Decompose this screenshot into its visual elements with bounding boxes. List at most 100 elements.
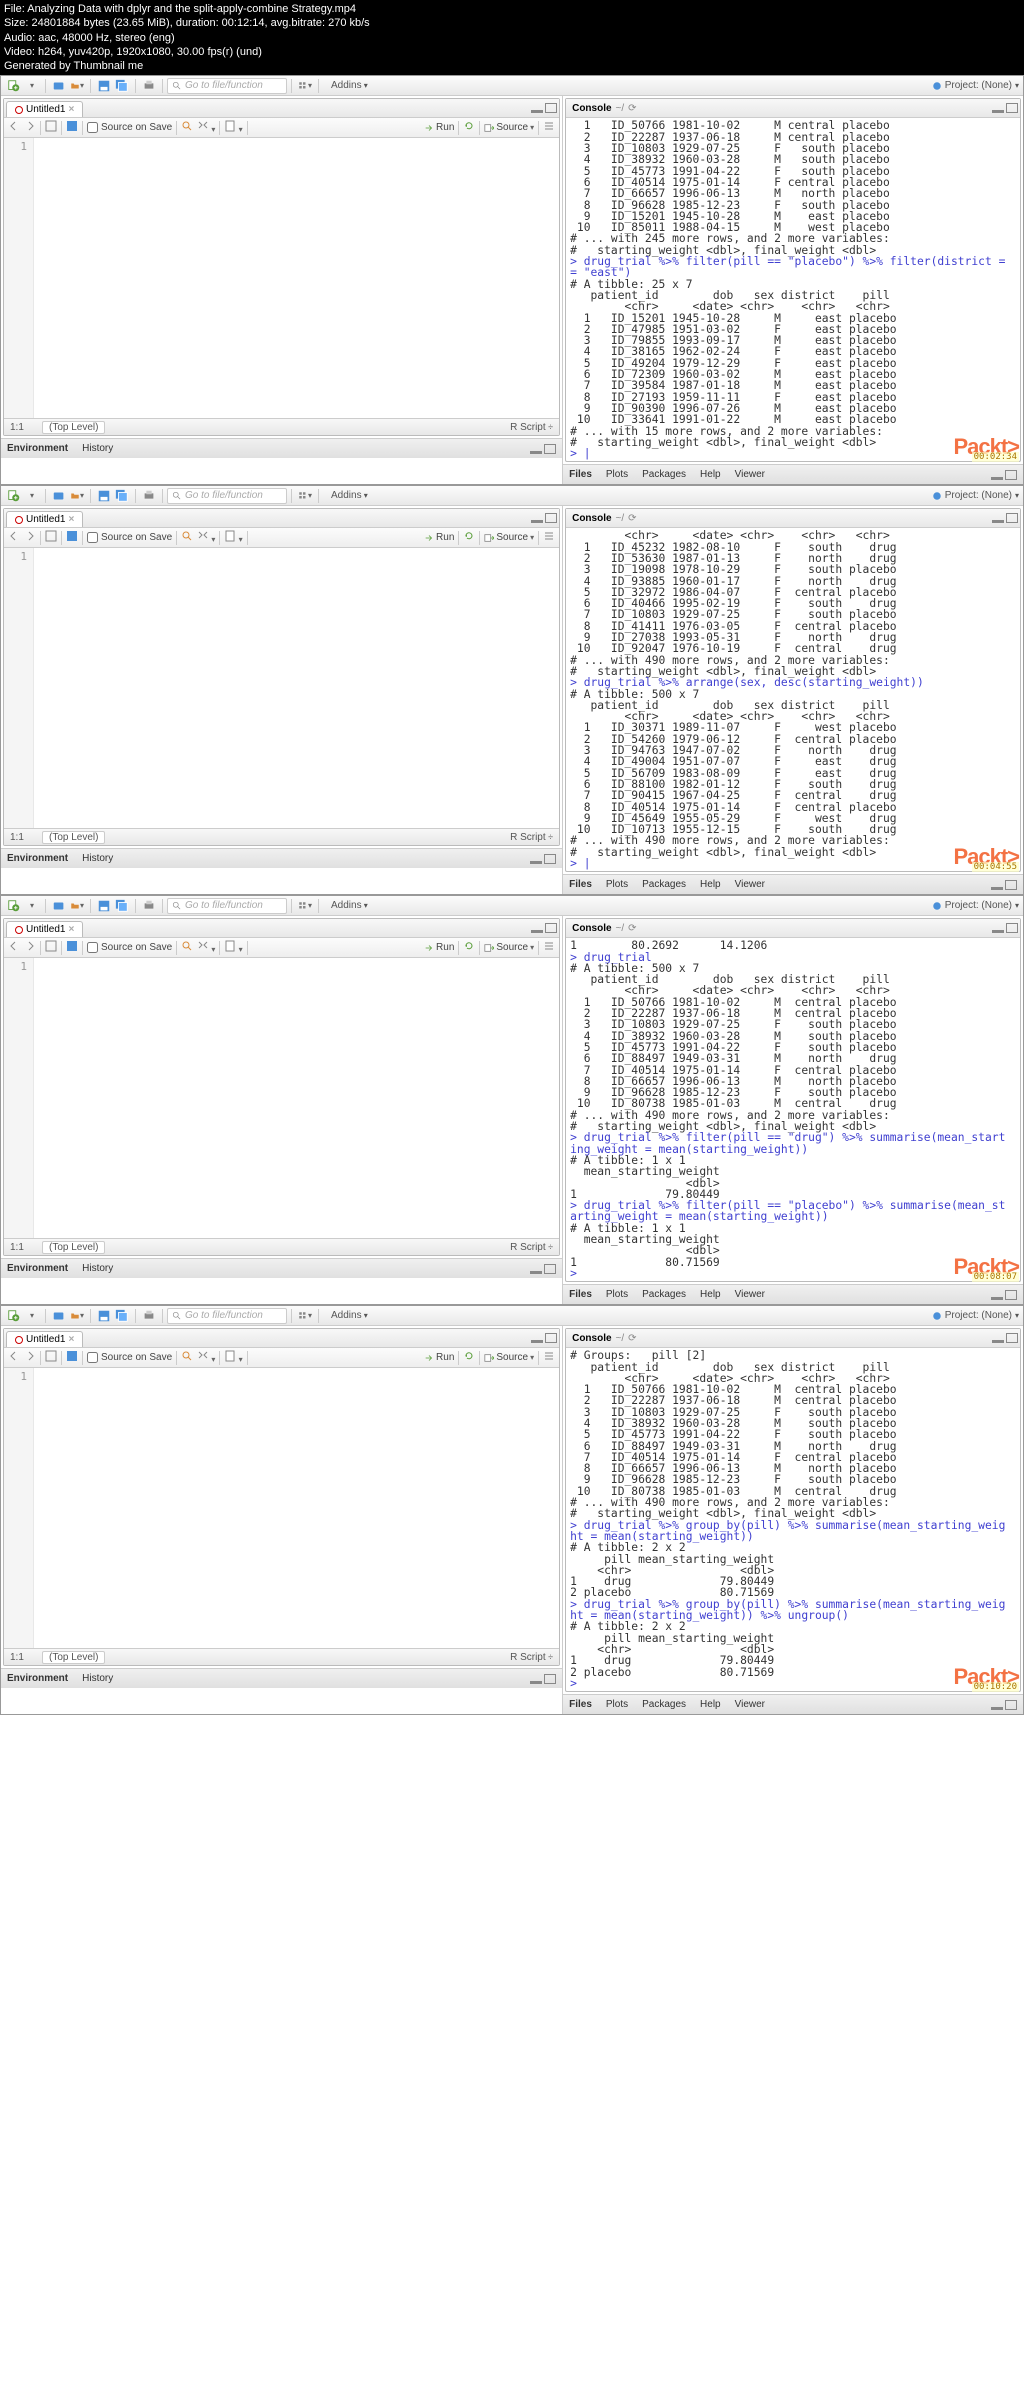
addins-menu[interactable]: Addins [331,80,368,91]
editor-area[interactable]: 1 [4,548,559,828]
compile-report-button[interactable] [224,530,242,545]
scope-selector[interactable]: (Top Level) [42,831,105,844]
tab-packages[interactable]: Packages [642,1289,686,1300]
new-project-button[interactable] [51,898,67,914]
file-type-selector[interactable]: R Script [510,1652,553,1663]
print-button[interactable] [141,1308,157,1324]
print-button[interactable] [141,898,157,914]
scope-selector[interactable]: (Top Level) [42,1241,105,1254]
maximize-console-button[interactable] [1006,923,1018,933]
minimize-bottom-button[interactable] [530,1271,542,1274]
new-file-dropdown[interactable] [24,488,40,504]
tab-files[interactable]: Files [569,1289,592,1300]
maximize-bottom-button[interactable] [544,1264,556,1274]
save-all-button[interactable] [114,78,130,94]
addins-menu[interactable]: Addins [331,490,368,501]
maximize-pane-button[interactable] [545,923,557,933]
run-button[interactable]: Run [424,942,454,953]
minimize-console-button[interactable] [992,520,1004,523]
maximize-fp-button[interactable] [1005,470,1017,480]
maximize-fp-button[interactable] [1005,1700,1017,1710]
forward-button[interactable] [24,1350,36,1365]
new-project-button[interactable] [51,78,67,94]
tab-plots[interactable]: Plots [606,1699,628,1710]
maximize-console-button[interactable] [1006,513,1018,523]
file-type-selector[interactable]: R Script [510,832,553,843]
minimize-console-button[interactable] [992,110,1004,113]
close-tab-button[interactable]: × [68,924,74,935]
project-menu[interactable]: Project: (None) [932,490,1019,501]
back-button[interactable] [8,120,20,135]
tab-viewer[interactable]: Viewer [735,1699,765,1710]
maximize-bottom-button[interactable] [544,854,556,864]
maximize-bottom-button[interactable] [544,1674,556,1684]
source-button[interactable]: Source [484,122,534,133]
source-button[interactable]: Source [484,942,534,953]
console-clear-icon[interactable]: ⟳ [628,103,636,114]
console-output[interactable]: # Groups: pill [2] patient_id dob sex di… [566,1348,1020,1691]
minimize-pane-button[interactable] [531,520,543,523]
show-in-new-window-button[interactable] [45,940,57,955]
minimize-console-button[interactable] [992,1340,1004,1343]
save-button[interactable] [96,898,112,914]
addins-menu[interactable]: Addins [331,900,368,911]
back-button[interactable] [8,1350,20,1365]
addins-menu[interactable]: Addins [331,1310,368,1321]
find-replace-button[interactable] [181,530,193,545]
new-file-button[interactable] [6,488,22,504]
tab-history[interactable]: History [82,1263,113,1274]
minimize-bottom-button[interactable] [530,451,542,454]
tab-environment[interactable]: Environment [7,443,68,454]
save-doc-button[interactable] [66,1350,78,1365]
save-doc-button[interactable] [66,940,78,955]
code-tools-button[interactable] [197,940,215,955]
tab-packages[interactable]: Packages [642,469,686,480]
back-button[interactable] [8,530,20,545]
tab-environment[interactable]: Environment [7,853,68,864]
minimize-console-button[interactable] [992,930,1004,933]
save-doc-button[interactable] [66,120,78,135]
new-file-button[interactable] [6,898,22,914]
compile-report-button[interactable] [224,940,242,955]
save-button[interactable] [96,488,112,504]
editor-area[interactable]: 1 [4,1368,559,1648]
project-menu[interactable]: Project: (None) [932,900,1019,911]
new-file-button[interactable] [6,78,22,94]
rerun-button[interactable] [463,530,475,545]
new-file-dropdown[interactable] [24,1308,40,1324]
goto-file-function-input[interactable]: Go to file/function [167,898,287,914]
rerun-button[interactable] [463,940,475,955]
console-clear-icon[interactable]: ⟳ [628,513,636,524]
maximize-pane-button[interactable] [545,1333,557,1343]
rerun-button[interactable] [463,120,475,135]
source-on-save-checkbox[interactable]: Source on Save [87,1352,172,1363]
scope-selector[interactable]: (Top Level) [42,421,105,434]
editor-area[interactable]: 1 [4,138,559,418]
minimize-pane-button[interactable] [531,930,543,933]
maximize-pane-button[interactable] [545,513,557,523]
save-all-button[interactable] [114,488,130,504]
new-file-dropdown[interactable] [24,898,40,914]
grid-button[interactable] [297,898,313,914]
tab-viewer[interactable]: Viewer [735,469,765,480]
code-tools-button[interactable] [197,120,215,135]
minimize-fp-button[interactable] [991,477,1003,480]
source-button[interactable]: Source [484,532,534,543]
tab-environment[interactable]: Environment [7,1673,68,1684]
source-on-save-checkbox[interactable]: Source on Save [87,122,172,133]
open-file-dropdown[interactable] [69,488,85,504]
editor-area[interactable]: 1 [4,958,559,1238]
source-on-save-checkbox[interactable]: Source on Save [87,532,172,543]
forward-button[interactable] [24,120,36,135]
new-file-dropdown[interactable] [24,78,40,94]
goto-file-function-input[interactable]: Go to file/function [167,78,287,94]
tab-history[interactable]: History [82,1673,113,1684]
tab-help[interactable]: Help [700,469,721,480]
minimize-pane-button[interactable] [531,110,543,113]
save-button[interactable] [96,1308,112,1324]
tab-viewer[interactable]: Viewer [735,879,765,890]
forward-button[interactable] [24,940,36,955]
outline-button[interactable] [543,530,555,545]
tab-untitled1[interactable]: Untitled1 × [6,101,83,117]
maximize-console-button[interactable] [1006,1333,1018,1343]
